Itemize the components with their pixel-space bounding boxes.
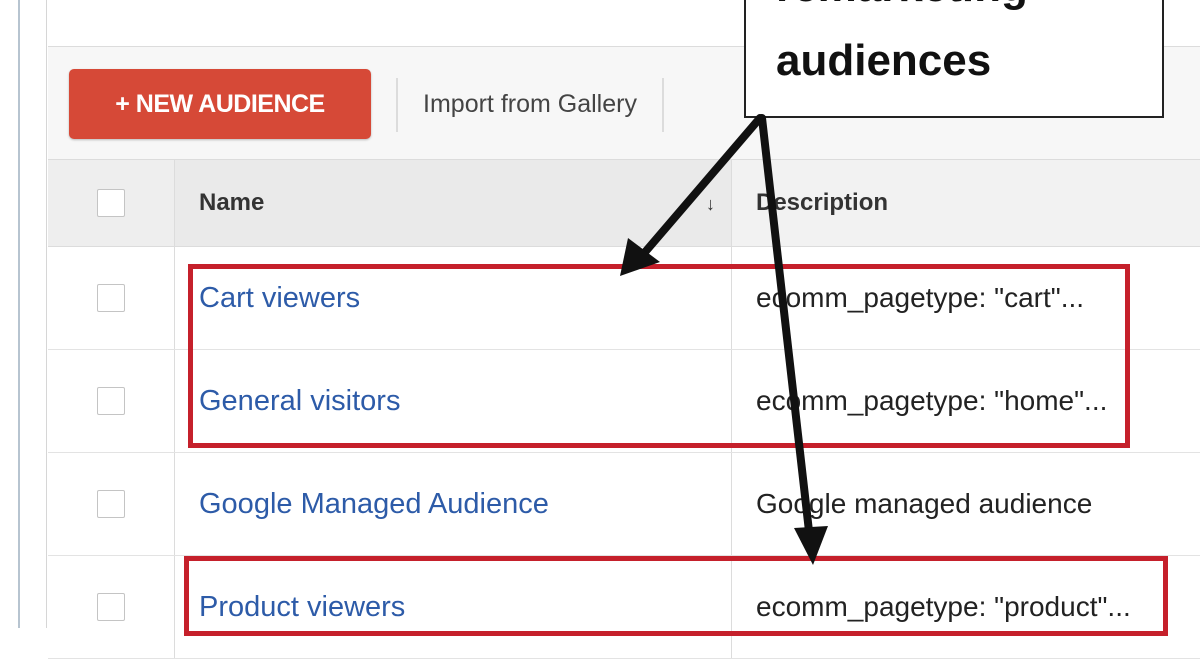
arrow-to-first-box [620,114,764,276]
arrow-to-second-box [758,114,828,565]
annotation-arrows [620,114,828,565]
